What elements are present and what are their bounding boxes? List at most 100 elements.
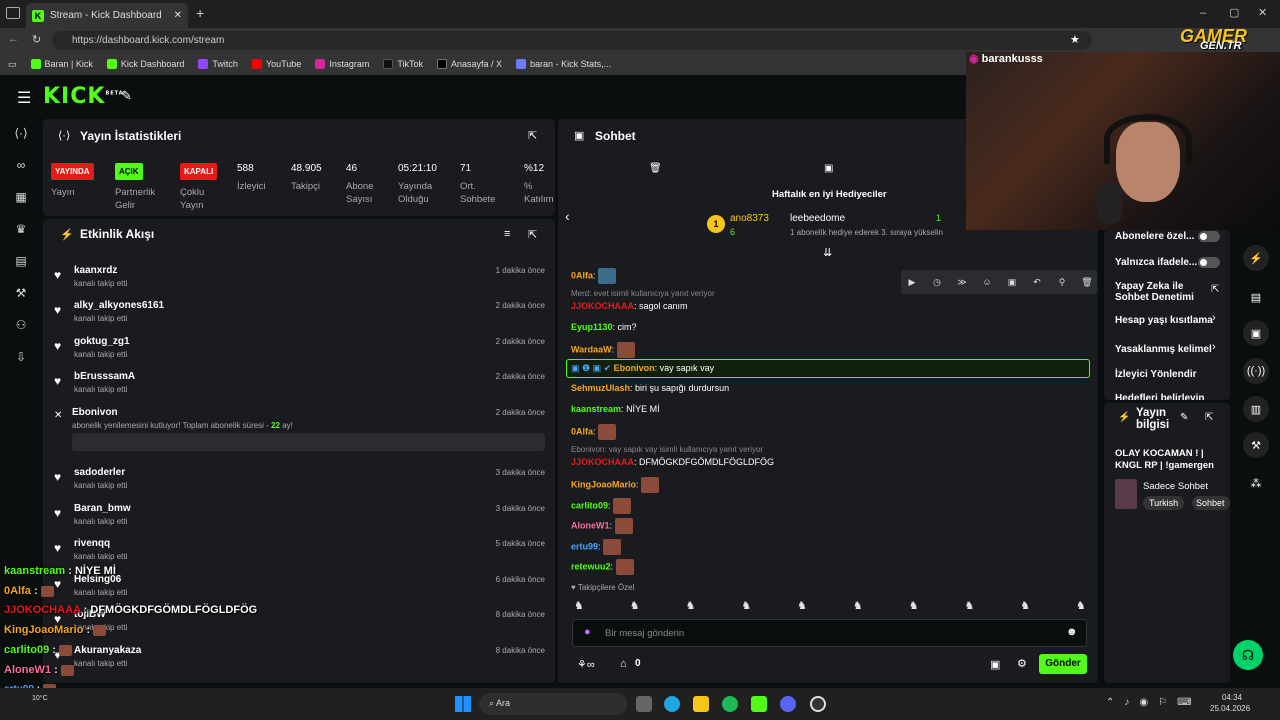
tray-icons[interactable]: ⌃♪◉⚐⌨ bbox=[1106, 697, 1202, 708]
second-gifter-name[interactable]: leebeedome bbox=[790, 213, 845, 224]
reload-icon[interactable]: ↻ bbox=[32, 33, 41, 46]
wrench-icon[interactable]: ⚒ bbox=[1243, 432, 1269, 458]
chat-username[interactable]: 0Alfa bbox=[571, 426, 593, 436]
points-icon[interactable]: ⚘∞ bbox=[577, 658, 595, 671]
back-icon[interactable]: ← bbox=[8, 33, 19, 45]
browser-tab[interactable]: K Stream - Kick Dashboard ✕ bbox=[26, 3, 188, 28]
emote-icon[interactable]: ♞ bbox=[1020, 599, 1030, 615]
slowmode-icon[interactable]: ≫ bbox=[956, 277, 968, 289]
chat-username[interactable]: SehmuzUlash bbox=[571, 383, 630, 393]
chat-username[interactable]: JJOKOCHAAA bbox=[571, 457, 634, 467]
ai-moderation-link[interactable]: Yapay Zeka ile Sohbet Denetimi bbox=[1115, 281, 1195, 303]
delete-icon[interactable]: 🗑 bbox=[1081, 277, 1093, 289]
bookmark-tiktok[interactable]: TikTok bbox=[383, 59, 423, 69]
activity-user[interactable]: bErusssamA bbox=[74, 371, 135, 382]
maximize-icon[interactable]: ▢ bbox=[1229, 6, 1239, 19]
bookmark-x[interactable]: Anasayfa / X bbox=[437, 59, 502, 69]
chart-icon[interactable]: ▦ bbox=[14, 190, 28, 204]
windows-start-icon[interactable] bbox=[455, 696, 471, 712]
chat-username[interactable]: KingJoaoMario bbox=[571, 479, 636, 489]
kick-logo[interactable]: KICKBETA bbox=[43, 84, 124, 109]
edge-icon[interactable] bbox=[664, 696, 680, 712]
external-link-icon[interactable]: ⇱ bbox=[1211, 284, 1219, 295]
activity-user[interactable]: alky_alkyones6161 bbox=[74, 300, 164, 311]
tab-list-icon[interactable] bbox=[6, 7, 20, 19]
trophy-icon[interactable]: ♛ bbox=[14, 222, 28, 236]
minimize-icon[interactable]: – bbox=[1200, 7, 1206, 19]
link-icon[interactable]: ∞ bbox=[14, 158, 28, 172]
mic-icon[interactable]: ● bbox=[584, 626, 591, 638]
close-tab-icon[interactable]: ✕ bbox=[174, 10, 182, 21]
media-icon[interactable]: ▤ bbox=[14, 254, 28, 268]
download-icon[interactable]: ⇩ bbox=[14, 350, 28, 364]
kick-app-icon[interactable] bbox=[751, 696, 767, 712]
broadcast-icon[interactable]: ((·)) bbox=[1243, 358, 1269, 384]
play-icon[interactable]: ▶ bbox=[906, 277, 918, 289]
activity-user[interactable]: Akuranyakaza bbox=[74, 645, 141, 656]
emote-icon[interactable]: ♞ bbox=[1076, 599, 1086, 615]
close-window-icon[interactable]: ✕ bbox=[1258, 6, 1267, 19]
bookmark-kick-dashboard[interactable]: Kick Dashboard bbox=[106, 59, 184, 69]
chat-username[interactable]: JJOKOCHAAA bbox=[571, 301, 634, 311]
chat-username[interactable]: AloneW1 bbox=[571, 520, 610, 530]
emote-icon[interactable]: ♞ bbox=[574, 599, 584, 615]
tag-chip[interactable]: Turkish bbox=[1143, 496, 1185, 510]
subs-only-toggle[interactable] bbox=[1198, 231, 1220, 242]
filter-icon[interactable]: ≡ bbox=[504, 228, 510, 240]
activity-user[interactable]: kaanxrdz bbox=[74, 265, 117, 276]
discord-icon[interactable] bbox=[780, 696, 796, 712]
emote-icon[interactable]: ♞ bbox=[630, 599, 640, 615]
activity-user[interactable]: Ebonivon bbox=[72, 407, 118, 418]
obs-icon[interactable] bbox=[810, 696, 826, 712]
bookmark-kick-stats[interactable]: baran - Kick Stats,... bbox=[516, 59, 611, 69]
bookmark-twitch[interactable]: Twitch bbox=[198, 59, 238, 69]
chat-username[interactable]: retewuu2 bbox=[571, 561, 611, 571]
emote-icon[interactable]: ♞ bbox=[853, 599, 863, 615]
activity-user[interactable]: sadoderler bbox=[74, 467, 125, 478]
menu-icon[interactable]: ☰ bbox=[17, 88, 31, 108]
chat-username[interactable]: carlito09 bbox=[571, 500, 608, 510]
send-button[interactable]: Gönder bbox=[1039, 654, 1087, 674]
account-age-link[interactable]: Hesap yaşı kısıtlama bbox=[1115, 315, 1213, 326]
top-gifter-name[interactable]: ano8373 bbox=[730, 213, 769, 224]
chat-input[interactable]: Bir mesaj gönderin bbox=[605, 628, 684, 639]
spotify-icon[interactable] bbox=[722, 696, 738, 712]
edit-icon[interactable]: ✎ bbox=[1180, 412, 1188, 423]
chat-bubble-icon[interactable]: ▣ bbox=[990, 658, 1000, 671]
quick-actions-icon[interactable]: ⚡ bbox=[1243, 245, 1269, 271]
task-view-icon[interactable] bbox=[636, 696, 652, 712]
store-icon[interactable]: ⌂ bbox=[620, 658, 627, 670]
tag-chip[interactable]: Sohbet bbox=[1192, 496, 1230, 510]
chat-username[interactable]: 0Alfa bbox=[571, 270, 593, 280]
users-icon[interactable]: ⚇ bbox=[14, 318, 28, 332]
emote-icon[interactable]: ♞ bbox=[797, 599, 807, 615]
emote-icon[interactable]: ♞ bbox=[909, 599, 919, 615]
emote-icon[interactable]: ♞ bbox=[686, 599, 696, 615]
timeout-icon[interactable]: ◷ bbox=[931, 277, 943, 289]
layout-icon[interactable]: ▥ bbox=[1243, 396, 1269, 422]
popout-icon[interactable]: ⇱ bbox=[528, 228, 537, 241]
chat-username[interactable]: ertu99 bbox=[571, 541, 598, 551]
emoji-picker-icon[interactable]: ☻ bbox=[1066, 626, 1078, 638]
support-headset-icon[interactable]: ☊ bbox=[1233, 640, 1263, 670]
chat-username[interactable]: WardaaW bbox=[571, 344, 612, 354]
chat-bubble-icon[interactable]: ▣ bbox=[1243, 320, 1269, 346]
bookmark-instagram[interactable]: Instagram bbox=[315, 59, 369, 69]
chat-username[interactable]: Eyup1130 bbox=[571, 322, 613, 332]
file-explorer-icon[interactable] bbox=[693, 696, 709, 712]
activity-user[interactable]: rivenqq bbox=[74, 538, 110, 549]
emote-icon[interactable]: ♞ bbox=[741, 599, 751, 615]
stream-icon[interactable]: ⟨·⟩ bbox=[14, 126, 28, 140]
trash-icon[interactable]: 🗑 bbox=[649, 163, 662, 174]
pin-message-icon[interactable]: ⚲ bbox=[1056, 277, 1068, 289]
share-icon[interactable]: ⁂ bbox=[1243, 470, 1269, 496]
bookmark-star-icon[interactable]: ★ bbox=[1070, 33, 1080, 46]
activity-user[interactable]: Baran_bmw bbox=[74, 503, 131, 514]
tools-icon[interactable]: ⚒ bbox=[14, 286, 28, 300]
message-icon[interactable]: ▣ bbox=[824, 163, 833, 174]
emote-icon[interactable]: ♞ bbox=[964, 599, 974, 615]
redirect-viewers-link[interactable]: İzleyici Yönlendir bbox=[1115, 369, 1197, 380]
bookmark-apps-icon[interactable]: ▭ bbox=[8, 59, 17, 70]
category-name[interactable]: Sadece Sohbet bbox=[1143, 481, 1208, 492]
taskbar-search[interactable]: ⌕ Ara bbox=[479, 693, 627, 715]
